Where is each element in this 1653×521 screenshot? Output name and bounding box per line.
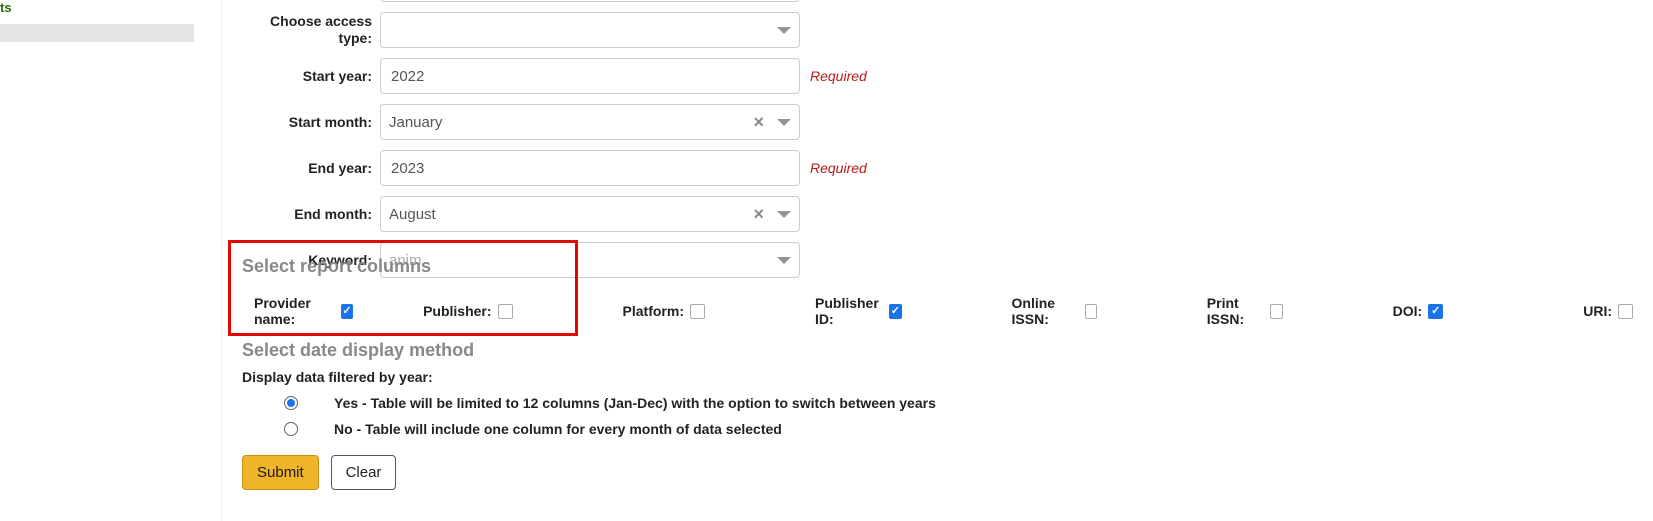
label-end-month: End month: (242, 206, 372, 223)
select-start-month-value: January (389, 114, 442, 131)
column-checkbox-item: Print ISSN: (1207, 295, 1283, 327)
radio-button[interactable] (284, 422, 298, 436)
select-start-month[interactable]: January × (380, 104, 800, 140)
radio-options-container: Yes - Table will be limited to 12 column… (242, 395, 1633, 437)
column-label: Print ISSN: (1207, 295, 1265, 327)
column-checkbox-item: Online ISSN: (1012, 295, 1097, 327)
column-label: Online ISSN: (1012, 295, 1079, 327)
label-start-year: Start year: (242, 68, 372, 85)
label-end-year: End year: (242, 160, 372, 177)
column-checkbox[interactable] (1085, 304, 1097, 319)
column-label: DOI: (1393, 303, 1423, 319)
radio-label: No - Table will include one column for e… (334, 421, 782, 437)
column-checkbox-item: Platform: (623, 303, 705, 319)
column-checkbox[interactable] (1270, 304, 1282, 319)
label-display-filtered-by-year: Display data filtered by year: (242, 369, 1633, 385)
radio-row: No - Table will include one column for e… (284, 421, 1633, 437)
sidebar: ts (0, 0, 221, 521)
label-access-type: Choose access type: (242, 13, 372, 48)
input-end-year[interactable] (380, 150, 800, 186)
required-tag-start-year: Required (810, 68, 867, 84)
label-start-month: Start month: (242, 114, 372, 131)
report-columns-row: Provider name: Publisher: Platform: Publish… (242, 295, 1633, 327)
sidebar-nav-link-partial[interactable]: ts (0, 0, 221, 20)
radio-button[interactable] (284, 396, 298, 410)
select-end-month[interactable]: August × (380, 196, 800, 232)
column-label: Publisher ID: (815, 295, 883, 327)
column-checkbox[interactable] (341, 304, 353, 319)
main-content: type: Choose access type: (221, 0, 1653, 521)
chevron-down-icon (777, 27, 791, 34)
column-label: Platform: (623, 303, 684, 319)
column-checkbox-item: Provider name: (254, 295, 353, 327)
column-label: Provider name: (254, 295, 335, 327)
column-label: Publisher: (423, 303, 491, 319)
close-icon[interactable]: × (753, 205, 764, 223)
column-checkbox-item: DOI: (1393, 303, 1444, 319)
column-checkbox[interactable] (690, 304, 705, 319)
column-checkbox[interactable] (889, 304, 901, 319)
submit-button[interactable]: Submit (242, 455, 319, 490)
sidebar-active-item[interactable] (0, 24, 194, 42)
radio-label: Yes - Table will be limited to 12 column… (334, 395, 936, 411)
select-access-type[interactable] (380, 12, 800, 48)
column-checkbox-item: Publisher ID: (815, 295, 902, 327)
required-tag-end-year: Required (810, 160, 867, 176)
section-title-report-columns: Select report columns (242, 256, 1633, 277)
column-checkbox[interactable] (1618, 304, 1633, 319)
column-checkbox[interactable] (1428, 304, 1443, 319)
column-label: URI: (1583, 303, 1612, 319)
close-icon[interactable]: × (753, 113, 764, 131)
input-start-year[interactable] (380, 58, 800, 94)
select-end-month-value: August (389, 206, 436, 223)
clear-button[interactable]: Clear (331, 455, 397, 490)
column-checkbox[interactable] (498, 304, 513, 319)
select-type[interactable] (380, 0, 800, 2)
section-title-date-display: Select date display method (242, 340, 1633, 361)
chevron-down-icon (777, 211, 791, 218)
chevron-down-icon (777, 119, 791, 126)
column-checkbox-item: URI: (1583, 303, 1633, 319)
radio-row: Yes - Table will be limited to 12 column… (284, 395, 1633, 411)
column-checkbox-item: Publisher: (423, 303, 512, 319)
